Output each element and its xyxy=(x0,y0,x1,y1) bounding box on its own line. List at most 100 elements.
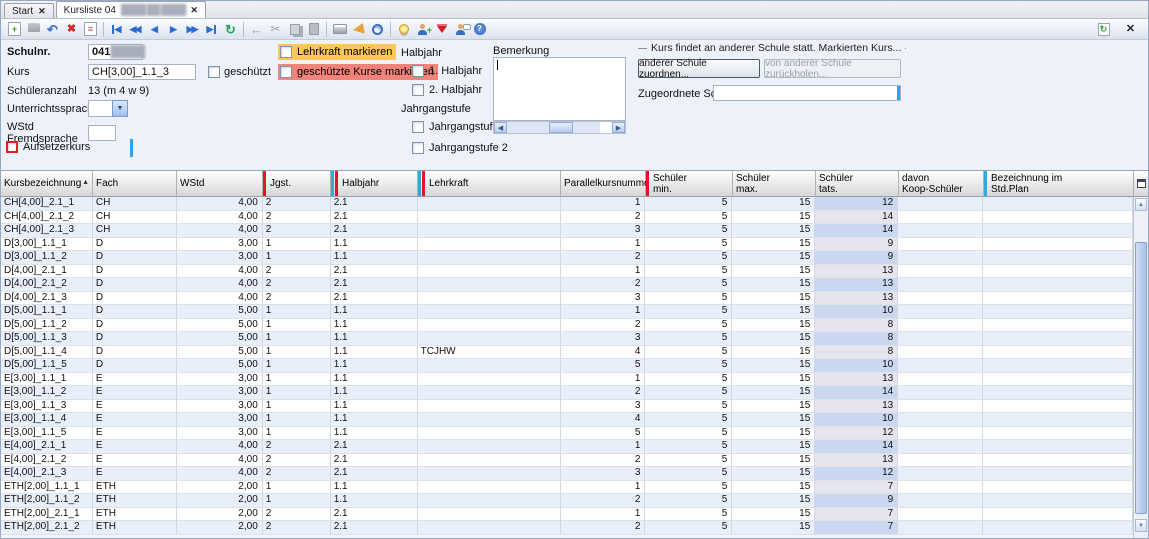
unterrichtssprache-select[interactable]: ▼ xyxy=(88,100,128,117)
table-row[interactable]: D[4,00]_2.1_2D4,0022.1251513 xyxy=(1,278,1133,292)
table-row[interactable]: E[3,00]_1.1_3E3,0011.1351513 xyxy=(1,400,1133,414)
clock-button[interactable] xyxy=(368,20,387,38)
cell-halbjahr: 2.1 xyxy=(331,454,418,468)
table-row[interactable]: D[5,00]_1.1_3D5,0011.135158 xyxy=(1,332,1133,346)
table-row[interactable]: CH[4,00]_2.1_1CH4,0022.1151512 xyxy=(1,197,1133,211)
back-arrow-button[interactable]: ← xyxy=(247,20,266,38)
wstd-fremdsprache-field[interactable] xyxy=(88,125,116,141)
column-header-jgst[interactable]: Jgst. xyxy=(263,171,331,197)
table-row[interactable]: E[3,00]_1.1_2E3,0011.1251514 xyxy=(1,386,1133,400)
print-button[interactable] xyxy=(330,20,349,38)
table-row[interactable]: D[5,00]_1.1_4D5,0011.1TCJHW45158 xyxy=(1,346,1133,360)
table-row[interactable]: E[4,00]_2.1_2E4,0022.1251513 xyxy=(1,454,1133,468)
table-row[interactable]: CH[4,00]_2.1_3CH4,0022.1351514 xyxy=(1,224,1133,238)
delete-button[interactable]: ✖ xyxy=(62,20,81,38)
column-header-lehrkraft[interactable]: Lehrkraft xyxy=(418,171,561,197)
nav-last-button[interactable]: ▶ xyxy=(202,20,221,38)
column-header-koop[interactable]: davonKoop-Schüler xyxy=(899,171,984,197)
kurs-field[interactable]: CH[3,00]_1.1_3 xyxy=(88,64,196,80)
column-header-parallel[interactable]: Parallelkursnummer xyxy=(561,171,646,197)
column-header-max[interactable]: Schülermax. xyxy=(733,171,816,197)
column-chooser-button[interactable] xyxy=(1133,171,1148,197)
table-row[interactable]: ETH[2,00]_1.1_1ETH2,0011.115157 xyxy=(1,481,1133,495)
table-row[interactable]: CH[4,00]_2.1_2CH4,0022.1251514 xyxy=(1,211,1133,225)
scroll-up-icon[interactable]: ▲ xyxy=(1135,198,1147,211)
table-row[interactable]: D[4,00]_2.1_1D4,0022.1151513 xyxy=(1,265,1133,279)
jahrgangstufe2-checkbox[interactable] xyxy=(412,142,424,154)
halbjahr2-checkbox[interactable] xyxy=(412,84,424,96)
lehrkraft-markieren-checkbox[interactable] xyxy=(280,46,292,58)
assign-other-school-button[interactable]: anderer Schule zuordnen... xyxy=(638,59,760,78)
cell-lehrkraft xyxy=(418,467,561,481)
column-header-fach[interactable]: Fach xyxy=(93,171,177,197)
sync-button[interactable]: ↻ xyxy=(1094,20,1113,38)
announce-button[interactable] xyxy=(349,20,368,38)
scroll-track[interactable] xyxy=(507,122,600,133)
person-chat-button[interactable] xyxy=(451,20,470,38)
table-row[interactable]: E[4,00]_2.1_3E4,0022.1351512 xyxy=(1,467,1133,481)
tab-close-icon[interactable]: ✕ xyxy=(38,6,46,17)
nav-fast-next-button[interactable]: ▶▶ xyxy=(183,20,202,38)
table-vscrollbar[interactable]: ▲ ▼ xyxy=(1133,197,1148,538)
nav-prev-button[interactable]: ◀ xyxy=(145,20,164,38)
table-row[interactable]: ETH[2,00]_2.1_2ETH2,0022.125157 xyxy=(1,521,1133,535)
tab-kursliste[interactable]: Kursliste 04 ████ ██ ████ ✕ xyxy=(56,1,206,18)
column-header-kurs[interactable]: Kursbezeichnung▲ xyxy=(1,171,93,197)
nav-fast-prev-button[interactable]: ◀◀ xyxy=(126,20,145,38)
add-record-button[interactable]: + xyxy=(5,20,24,38)
cell-jgst: 1 xyxy=(263,386,331,400)
column-header-wstd[interactable]: WStd xyxy=(177,171,263,197)
column-header-tats[interactable]: Schülertats. xyxy=(816,171,899,197)
scroll-right-icon[interactable]: ▶ xyxy=(612,122,625,133)
table-row[interactable]: E[3,00]_1.1_5E3,0011.1551512 xyxy=(1,427,1133,441)
table-row[interactable]: D[4,00]_2.1_3D4,0022.1351513 xyxy=(1,292,1133,306)
edit-record-button[interactable]: ≡ xyxy=(81,20,100,38)
aufsetzerkurs-checkbox[interactable] xyxy=(6,141,18,153)
table-row[interactable]: E[4,00]_2.1_1E4,0022.1151514 xyxy=(1,440,1133,454)
filter-button[interactable] xyxy=(432,20,451,38)
scroll-down-icon[interactable]: ▼ xyxy=(1135,519,1147,532)
cut-button[interactable]: ✂ xyxy=(266,20,285,38)
bemerkung-textarea[interactable] xyxy=(493,57,626,121)
announce-icon xyxy=(352,22,365,35)
help-button[interactable]: ? xyxy=(470,20,489,38)
return-from-school-button[interactable]: von anderer Schule zurückholen... xyxy=(764,59,901,78)
jahrgangstufe1-checkbox[interactable] xyxy=(412,121,424,133)
column-header-plan[interactable]: Bezeichnung imStd.Plan xyxy=(984,171,1134,197)
nav-next-button[interactable]: ▶ xyxy=(164,20,183,38)
assigned-school-field[interactable] xyxy=(713,85,901,101)
refresh-button[interactable]: ↻ xyxy=(221,20,240,38)
column-header-halbjahr[interactable]: Halbjahr xyxy=(331,171,418,197)
tab-start[interactable]: Start ✕ xyxy=(4,3,54,18)
table-row[interactable]: ETH[2,00]_2.1_1ETH2,0022.115157 xyxy=(1,508,1133,522)
bemerkung-hscrollbar[interactable]: ◀ ▶ xyxy=(493,121,626,134)
bulb-button[interactable] xyxy=(394,20,413,38)
table-row[interactable]: D[3,00]_1.1_2D3,0011.125159 xyxy=(1,251,1133,265)
schulnr-field[interactable]: 041█████ xyxy=(88,44,143,60)
vscroll-thumb[interactable] xyxy=(1135,242,1147,514)
halbjahr1-checkbox[interactable] xyxy=(412,65,424,77)
scroll-thumb[interactable] xyxy=(549,122,573,133)
geschuetzte-kurse-checkbox[interactable] xyxy=(280,66,292,78)
table-row[interactable]: D[3,00]_1.1_1D3,0011.115159 xyxy=(1,238,1133,252)
tab-close-icon[interactable]: ✕ xyxy=(190,5,198,16)
table-row[interactable]: E[3,00]_1.1_4E3,0011.1451510 xyxy=(1,413,1133,427)
geschuetzt-checkbox[interactable] xyxy=(208,66,220,78)
column-header-min[interactable]: Schülermin. xyxy=(646,171,733,197)
copy-button[interactable] xyxy=(285,20,304,38)
table-row[interactable]: D[5,00]_1.1_1D5,0011.1151510 xyxy=(1,305,1133,319)
undo-button[interactable]: ↶ xyxy=(43,20,62,38)
paste-button[interactable] xyxy=(304,20,323,38)
save-button[interactable] xyxy=(24,20,43,38)
scroll-left-icon[interactable]: ◀ xyxy=(494,122,507,133)
table-row[interactable]: ETH[2,00]_1.1_2ETH2,0011.125159 xyxy=(1,494,1133,508)
table-row[interactable]: D[5,00]_1.1_2D5,0011.125158 xyxy=(1,319,1133,333)
nav-first-button[interactable]: ◀ xyxy=(107,20,126,38)
close-button[interactable]: ✕ xyxy=(1121,20,1140,38)
table-row[interactable]: D[5,00]_1.1_5D5,0011.1551510 xyxy=(1,359,1133,373)
add-person-button[interactable] xyxy=(413,20,432,38)
table-row[interactable]: E[3,00]_1.1_1E3,0011.1151513 xyxy=(1,373,1133,387)
chevron-down-icon[interactable]: ▼ xyxy=(112,100,128,117)
cell-jgst: 2 xyxy=(263,224,331,238)
cell-jgst: 1 xyxy=(263,481,331,495)
